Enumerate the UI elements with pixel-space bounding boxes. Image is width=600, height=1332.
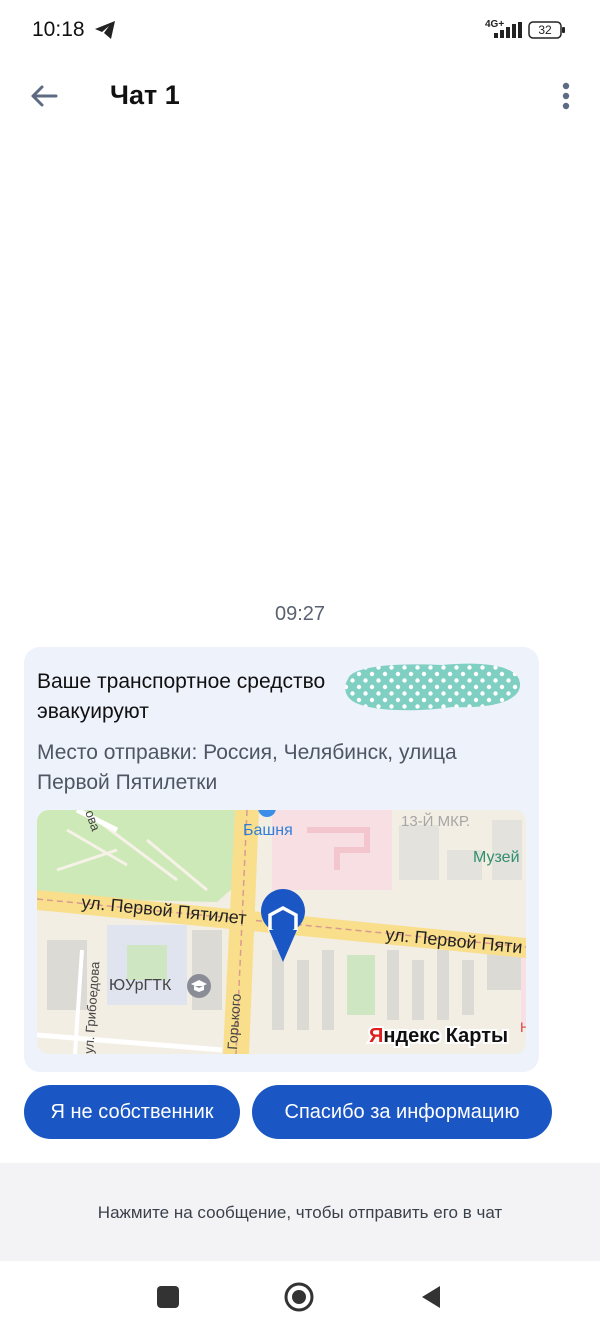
telegram-icon — [95, 21, 115, 39]
battery-icon: 32 — [528, 21, 566, 39]
hint-area: Нажмите на сообщение, чтобы отправить ег… — [0, 1163, 600, 1261]
redaction-overlay — [345, 663, 521, 711]
location-map[interactable]: Башня 13-Й МКР. Музей ул. Первой Пятилет… — [37, 810, 526, 1054]
chat-header: Чат 1 — [0, 60, 600, 132]
yandex-maps-logo: Яндекс Карты — [369, 1025, 508, 1047]
nav-back-button[interactable] — [418, 1284, 442, 1310]
quick-reply-not-owner[interactable]: Я не собственник — [24, 1085, 240, 1139]
message-bubble[interactable]: Ваше транспортное средство эвакуируют Ме… — [24, 647, 539, 1072]
quick-reply-thanks[interactable]: Спасибо за информацию — [252, 1085, 552, 1139]
hint-text: Нажмите на сообщение, чтобы отправить ег… — [97, 1203, 503, 1222]
message-text-line2: эвакуируют — [37, 700, 149, 723]
map-label-museum: Музей — [473, 849, 520, 866]
map-label-h-fragment: Н — [520, 1019, 526, 1035]
recents-button[interactable] — [157, 1286, 179, 1308]
map-label-bashnya: Башня — [243, 822, 293, 839]
status-bar: 10:18 4G+ 32 — [0, 0, 600, 60]
message-location: Место отправки: Россия, Челябинск, улица… — [37, 741, 457, 794]
system-nav-bar — [0, 1261, 600, 1332]
message-timestamp: 09:27 — [274, 603, 326, 625]
map-label-district: 13-Й МКР. — [401, 812, 470, 830]
message-text-line1: Ваше транспортное средство — [37, 670, 326, 693]
home-button[interactable] — [284, 1282, 314, 1312]
map-label-college: ЮУрГТК — [109, 977, 172, 994]
back-arrow-icon[interactable] — [24, 76, 64, 116]
battery-level: 32 — [538, 23, 552, 37]
status-time: 10:18 — [32, 18, 85, 41]
page-title: Чат 1 — [110, 80, 180, 110]
more-vert-icon[interactable] — [552, 76, 580, 116]
signal-icon — [494, 22, 522, 38]
